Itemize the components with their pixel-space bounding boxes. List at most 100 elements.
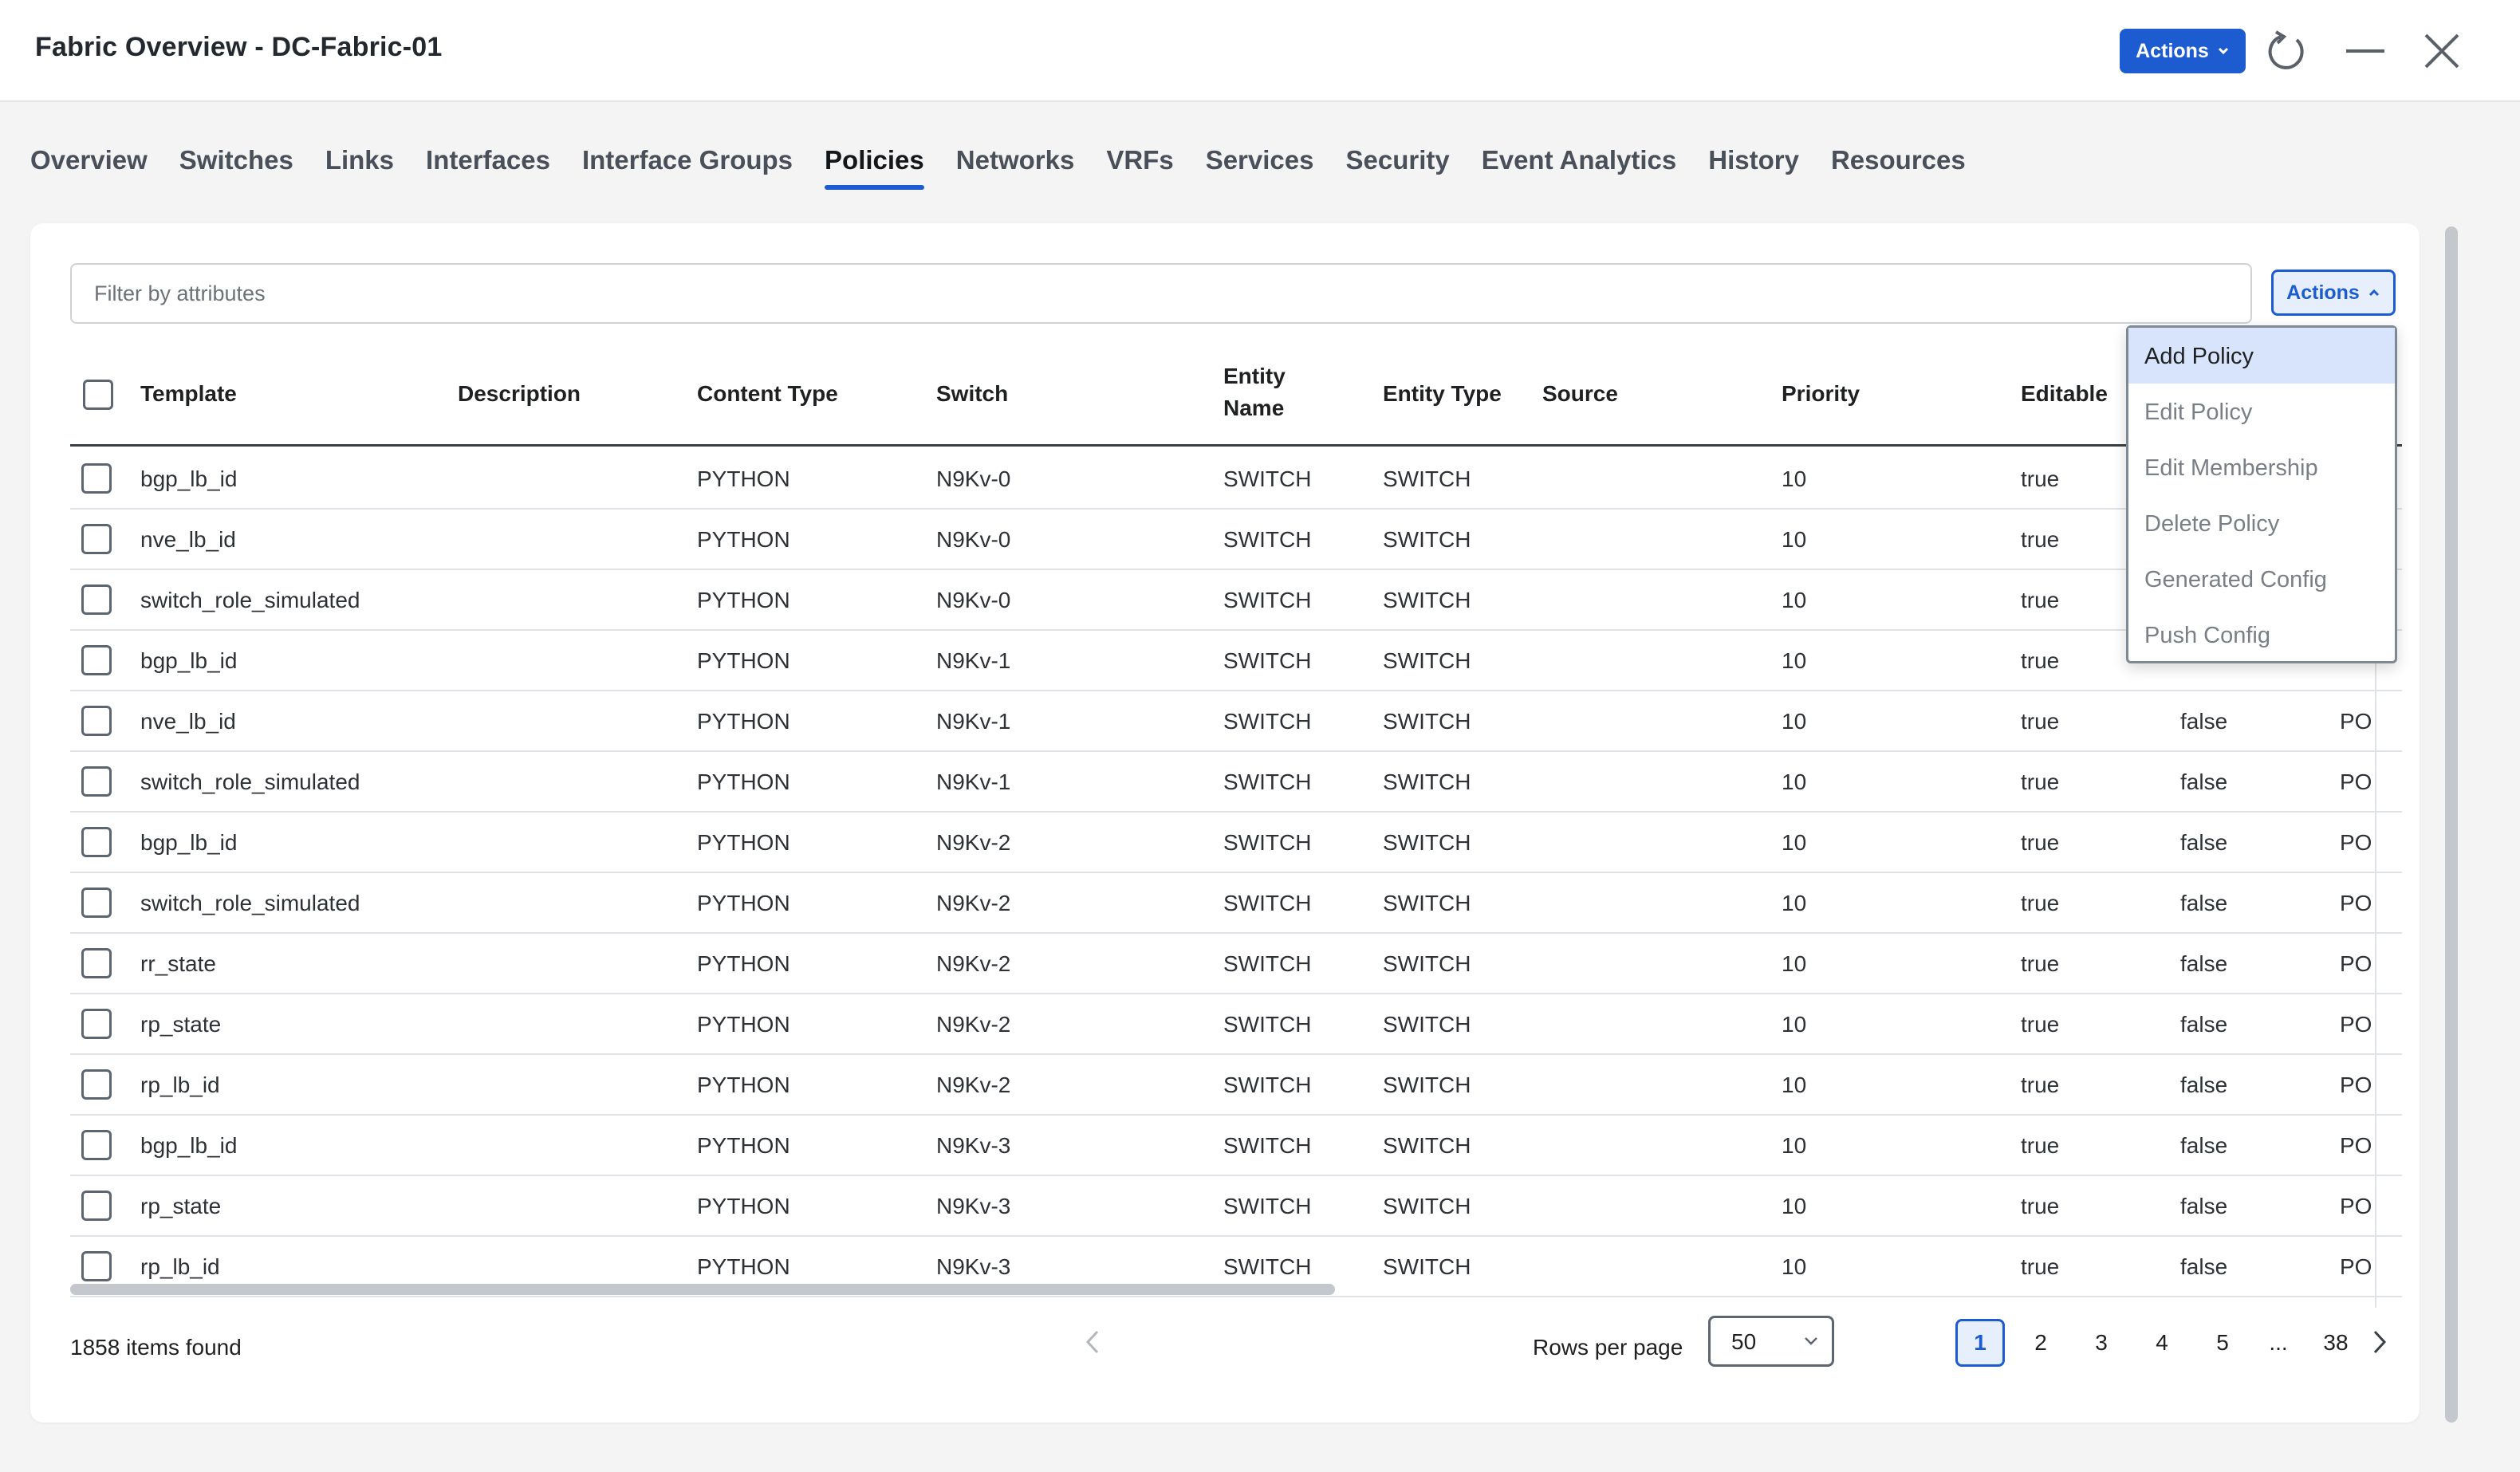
table-row[interactable]: bgp_lb_id PYTHON N9Kv-2 SWITCH SWITCH 10 true f…	[70, 813, 2402, 873]
table-row[interactable]: bgp_lb_id PYTHON N9Kv-3 SWITCH SWITCH 10 true f…	[70, 1116, 2402, 1176]
page-button-2[interactable]: 2	[2016, 1319, 2065, 1367]
cell-switch: N9Kv-2	[936, 830, 1011, 855]
horizontal-scrollbar[interactable]	[70, 1284, 1335, 1295]
cell-priority: 10	[1782, 1194, 1807, 1218]
tab-links[interactable]: Links	[325, 128, 394, 191]
col-header-template[interactable]: Template	[140, 378, 237, 410]
items-found-count: 1858 items found	[70, 1335, 242, 1360]
menu-item-add-policy[interactable]: Add Policy	[2128, 328, 2395, 384]
table-row[interactable]: switch_role_simulated PYTHON N9Kv-0 SWITCH S…	[70, 570, 2402, 631]
rows-per-page-select[interactable]: 50	[1708, 1316, 1834, 1367]
tab-services[interactable]: Services	[1206, 128, 1314, 191]
col-header-entity-type[interactable]: Entity Type	[1383, 378, 1502, 410]
table-actions-button[interactable]: Actions	[2271, 270, 2396, 316]
table-row[interactable]: switch_role_simulated PYTHON N9Kv-1 SWITCH S…	[70, 752, 2402, 813]
menu-item-edit-policy[interactable]: Edit Policy	[2128, 384, 2395, 439]
cell-col11: PO	[2340, 1133, 2372, 1158]
col-header-description[interactable]: Description	[458, 378, 581, 410]
cell-priority: 10	[1782, 1073, 1807, 1097]
row-checkbox[interactable]	[81, 463, 112, 494]
cell-content-type: PYTHON	[697, 1133, 790, 1158]
minimize-icon[interactable]	[2345, 32, 2386, 70]
cell-priority: 10	[1782, 466, 1807, 491]
row-checkbox[interactable]	[81, 706, 112, 736]
row-checkbox[interactable]	[81, 888, 112, 918]
next-page-icon[interactable]	[2367, 1328, 2391, 1356]
row-checkbox[interactable]	[81, 1191, 112, 1221]
row-checkbox[interactable]	[81, 1251, 112, 1281]
row-checkbox[interactable]	[81, 645, 112, 675]
table-row[interactable]: rp_lb_id PYTHON N9Kv-2 SWITCH SWITCH 10 true fa…	[70, 1055, 2402, 1116]
row-checkbox[interactable]	[81, 584, 112, 615]
cell-content-type: PYTHON	[697, 588, 790, 612]
tab-security[interactable]: Security	[1345, 128, 1449, 191]
cell-entity-type: SWITCH	[1383, 648, 1471, 673]
cell-content-type: PYTHON	[697, 891, 790, 915]
tab-overview[interactable]: Overview	[30, 128, 148, 191]
table-row[interactable]: switch_role_simulated PYTHON N9Kv-2 SWITCH S…	[70, 873, 2402, 934]
cell-editable: true	[2021, 1133, 2060, 1158]
row-checkbox[interactable]	[81, 1009, 112, 1039]
table-row[interactable]: rp_state PYTHON N9Kv-3 SWITCH SWITCH 10 true fa…	[70, 1176, 2402, 1237]
header-actions-button[interactable]: Actions	[2120, 29, 2246, 73]
actions-dropdown-menu: Add Policy Edit Policy Edit Membership D…	[2126, 325, 2397, 663]
tab-vrfs[interactable]: VRFs	[1106, 128, 1173, 191]
tab-history[interactable]: History	[1708, 128, 1799, 191]
table-row[interactable]: nve_lb_id PYTHON N9Kv-1 SWITCH SWITCH 10 true f…	[70, 691, 2402, 752]
tab-event-analytics[interactable]: Event Analytics	[1482, 128, 1677, 191]
table-row[interactable]: bgp_lb_id PYTHON N9Kv-0 SWITCH SWITCH 10 true	[70, 449, 2402, 510]
tab-bar: Overview Switches Links Interfaces Inter…	[30, 128, 1998, 191]
col-header-entity-name[interactable]: Entity Name	[1223, 360, 1286, 424]
menu-item-generated-config[interactable]: Generated Config	[2128, 551, 2395, 607]
row-checkbox[interactable]	[81, 948, 112, 978]
tab-policies[interactable]: Policies	[825, 128, 924, 191]
cell-template: rp_state	[140, 1194, 222, 1218]
page-button-3[interactable]: 3	[2077, 1319, 2126, 1367]
page-button-5[interactable]: 5	[2198, 1319, 2247, 1367]
menu-item-edit-membership[interactable]: Edit Membership	[2128, 439, 2395, 495]
tab-switches[interactable]: Switches	[179, 128, 293, 191]
chevron-down-icon	[1805, 1337, 1817, 1345]
page-button-1[interactable]: 1	[1955, 1319, 2005, 1367]
cell-template: bgp_lb_id	[140, 648, 238, 673]
cell-content-type: PYTHON	[697, 709, 790, 734]
cell-switch: N9Kv-3	[936, 1254, 1011, 1279]
tab-interfaces[interactable]: Interfaces	[426, 128, 550, 191]
close-icon[interactable]	[2423, 32, 2461, 70]
cell-col10: false	[2180, 1194, 2228, 1218]
tab-interface-groups[interactable]: Interface Groups	[582, 128, 793, 191]
cell-editable: true	[2021, 891, 2060, 915]
cell-template: switch_role_simulated	[140, 769, 360, 794]
menu-item-delete-policy[interactable]: Delete Policy	[2128, 495, 2395, 551]
table-row[interactable]: rr_state PYTHON N9Kv-2 SWITCH SWITCH 10 true fa…	[70, 934, 2402, 994]
tab-networks[interactable]: Networks	[956, 128, 1075, 191]
cell-entity-name: SWITCH	[1223, 891, 1312, 915]
col-header-priority[interactable]: Priority	[1782, 378, 1860, 410]
col-header-content-type[interactable]: Content Type	[697, 378, 838, 410]
cell-col11: PO	[2340, 891, 2372, 915]
menu-item-push-config[interactable]: Push Config	[2128, 607, 2395, 663]
row-checkbox[interactable]	[81, 1069, 112, 1100]
col-header-switch[interactable]: Switch	[936, 378, 1008, 410]
select-all-checkbox[interactable]	[83, 380, 113, 410]
row-checkbox[interactable]	[81, 1130, 112, 1160]
vertical-scrollbar[interactable]	[2445, 226, 2458, 1423]
row-checkbox[interactable]	[81, 524, 112, 554]
table-row[interactable]: rp_state PYTHON N9Kv-2 SWITCH SWITCH 10 true fa…	[70, 994, 2402, 1055]
col-header-editable[interactable]: Editable	[2021, 378, 2108, 410]
cell-editable: true	[2021, 527, 2060, 552]
cell-col11: PO	[2340, 1254, 2372, 1279]
prev-page-icon[interactable]	[1081, 1328, 1105, 1356]
cell-col10: false	[2180, 709, 2228, 734]
table-row[interactable]: nve_lb_id PYTHON N9Kv-0 SWITCH SWITCH 10 true	[70, 510, 2402, 570]
row-checkbox[interactable]	[81, 827, 112, 857]
page-button-4[interactable]: 4	[2137, 1319, 2187, 1367]
refresh-icon[interactable]	[2265, 29, 2309, 73]
col-header-source[interactable]: Source	[1542, 378, 1618, 410]
filter-input[interactable]	[70, 263, 2252, 324]
cell-template: bgp_lb_id	[140, 1133, 238, 1158]
table-row[interactable]: bgp_lb_id PYTHON N9Kv-1 SWITCH SWITCH 10 true	[70, 631, 2402, 691]
row-checkbox[interactable]	[81, 766, 112, 797]
page-button-38[interactable]: 38	[2311, 1319, 2361, 1367]
tab-resources[interactable]: Resources	[1831, 128, 1966, 191]
